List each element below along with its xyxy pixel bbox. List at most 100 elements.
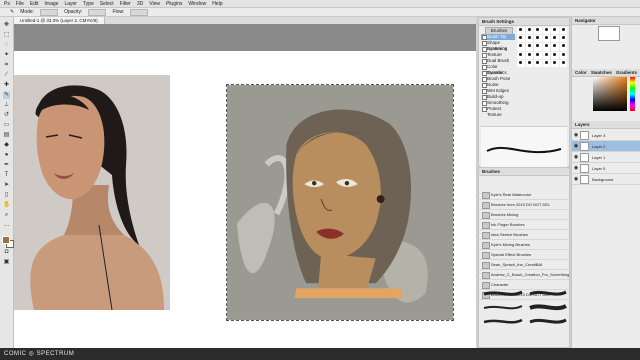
brush-group-item[interactable]: Kyle's Mixing Brushes bbox=[479, 240, 569, 250]
gradient-tool-icon[interactable]: ▤ bbox=[3, 132, 10, 139]
navigator-thumbnail[interactable] bbox=[598, 26, 620, 41]
swatches-tab[interactable]: Swatches bbox=[591, 70, 612, 75]
crop-tool-icon[interactable]: ⌗ bbox=[3, 62, 10, 69]
brush-tip[interactable] bbox=[559, 27, 567, 35]
checkbox[interactable] bbox=[482, 107, 487, 112]
brush-tip[interactable] bbox=[534, 59, 542, 67]
brush-group-item[interactable]: Idea Sketch Brushes bbox=[479, 230, 569, 240]
brush-tool-icon[interactable]: ✎ bbox=[3, 92, 10, 99]
lasso-tool-icon[interactable]: ◌ bbox=[3, 42, 10, 49]
brush-tip[interactable] bbox=[551, 43, 559, 51]
type-tool-icon[interactable]: T bbox=[3, 172, 10, 179]
brush-tip[interactable] bbox=[517, 35, 525, 43]
color-tab[interactable]: Color bbox=[575, 70, 587, 75]
brush-icon[interactable]: ✎ bbox=[10, 9, 14, 15]
brush-tip[interactable] bbox=[534, 51, 542, 59]
brush-tip[interactable] bbox=[559, 51, 567, 59]
brush-tip[interactable] bbox=[517, 43, 525, 51]
zoom-tool-icon[interactable]: ⌕ bbox=[3, 212, 10, 219]
brush-group-item[interactable]: Special Effect Brushes bbox=[479, 250, 569, 260]
menu-item-3d[interactable]: 3D bbox=[137, 1, 143, 7]
brush-tip[interactable] bbox=[551, 51, 559, 59]
brush-tip[interactable] bbox=[525, 27, 533, 35]
eye-icon[interactable]: ◉ bbox=[572, 132, 580, 138]
magic-wand-tool-icon[interactable]: ✦ bbox=[3, 52, 10, 59]
layer-row[interactable]: ◉ Background bbox=[572, 174, 640, 185]
rectangle-tool-icon[interactable]: ▯ bbox=[3, 192, 10, 199]
menu-item-image[interactable]: Image bbox=[45, 1, 59, 7]
menu-item-view[interactable]: View bbox=[149, 1, 160, 7]
marquee-tool-icon[interactable]: ⬚ bbox=[3, 32, 10, 39]
layer-row[interactable]: ◉ Layer 2 bbox=[572, 141, 640, 152]
brush-group-item[interactable]: Andrew_C_Brush_Creation_For_Something_Al… bbox=[479, 270, 569, 280]
brush-tip[interactable] bbox=[534, 35, 542, 43]
healing-tool-icon[interactable]: ✚ bbox=[3, 82, 10, 89]
pen-tool-icon[interactable]: ✒ bbox=[3, 162, 10, 169]
brush-tip[interactable] bbox=[517, 27, 525, 35]
history-brush-tool-icon[interactable]: ↺ bbox=[3, 112, 10, 119]
eye-icon[interactable]: ◉ bbox=[572, 154, 580, 160]
brush-tip[interactable] bbox=[517, 51, 525, 59]
foreground-color-swatch[interactable] bbox=[1, 236, 10, 244]
menu-item-help[interactable]: Help bbox=[212, 1, 222, 7]
brush-tip[interactable] bbox=[551, 59, 559, 67]
flow-field[interactable] bbox=[130, 8, 149, 16]
brush-group-item[interactable]: Ink Finger Brushes bbox=[479, 220, 569, 230]
brush-tip[interactable] bbox=[525, 35, 533, 43]
layer-row[interactable]: ◉ Layer 3 bbox=[572, 130, 640, 141]
menu-item-layer[interactable]: Layer bbox=[64, 1, 77, 7]
layer-row[interactable]: ◉ Layer 0 bbox=[572, 163, 640, 174]
mode-select[interactable] bbox=[40, 8, 59, 16]
brush-tip[interactable] bbox=[551, 27, 559, 35]
menu-item-window[interactable]: Window bbox=[188, 1, 206, 7]
eye-icon[interactable]: ◉ bbox=[572, 176, 580, 182]
hand-tool-icon[interactable]: ✋ bbox=[3, 202, 10, 209]
menu-item-edit[interactable]: Edit bbox=[30, 1, 39, 7]
dodge-tool-icon[interactable]: ● bbox=[3, 152, 10, 159]
eye-icon[interactable]: ◉ bbox=[572, 143, 580, 149]
screen-mode-icon[interactable]: ▣ bbox=[3, 259, 10, 266]
eye-icon[interactable]: ◉ bbox=[572, 165, 580, 171]
clone-stamp-tool-icon[interactable]: ⊥ bbox=[3, 102, 10, 109]
canvas-area[interactable] bbox=[14, 24, 476, 348]
layer-row[interactable]: ◉ Layer 1 bbox=[572, 152, 640, 163]
brush-tip[interactable] bbox=[542, 27, 550, 35]
brush-tip[interactable] bbox=[559, 43, 567, 51]
more-tools-icon[interactable]: … bbox=[3, 222, 10, 229]
brush-setting-option[interactable]: Protect Texture bbox=[481, 106, 515, 117]
menu-item-file[interactable]: File bbox=[16, 1, 24, 7]
brush-tip[interactable] bbox=[542, 59, 550, 67]
brush-group-item[interactable]: Kyle's Real Watercolor bbox=[479, 190, 569, 200]
menu-item-filter[interactable]: Filter bbox=[120, 1, 131, 7]
menu-item-select[interactable]: Select bbox=[100, 1, 114, 7]
brush-tip[interactable] bbox=[559, 35, 567, 43]
brush-tip[interactable] bbox=[517, 59, 525, 67]
brush-tip[interactable] bbox=[559, 59, 567, 67]
brush-tip[interactable] bbox=[534, 27, 542, 35]
brush-tip[interactable] bbox=[534, 43, 542, 51]
menu-item-plugins[interactable]: Plugins bbox=[166, 1, 182, 7]
quick-mask-icon[interactable]: ◘ bbox=[3, 249, 10, 256]
eyedropper-tool-icon[interactable]: ⁄ bbox=[3, 72, 10, 79]
move-tool-icon[interactable]: ✥ bbox=[3, 22, 10, 29]
brush-tip[interactable] bbox=[525, 51, 533, 59]
opacity-field[interactable] bbox=[88, 8, 107, 16]
brush-tip[interactable] bbox=[551, 35, 559, 43]
menu-item-type[interactable]: Type bbox=[83, 1, 94, 7]
color-picker-field[interactable] bbox=[593, 77, 627, 111]
brush-tip[interactable] bbox=[525, 59, 533, 67]
brush-tip[interactable] bbox=[542, 51, 550, 59]
brush-tip[interactable] bbox=[542, 35, 550, 43]
brush-group-item[interactable]: Brushes from 2019 DO NOT DEL bbox=[479, 200, 569, 210]
brush-group-item[interactable]: Brushes Mixing bbox=[479, 210, 569, 220]
menu-item-app[interactable]: Ps bbox=[4, 1, 10, 7]
eraser-tool-icon[interactable]: ▭ bbox=[3, 122, 10, 129]
path-selection-tool-icon[interactable]: ➤ bbox=[3, 182, 10, 189]
brush-group-item[interactable]: Sean_Sprack_the_CreatiBAI bbox=[479, 260, 569, 270]
document-tab[interactable]: Untitled-1 @ 33.3% (Layer 2, CMYK/8) bbox=[14, 17, 105, 24]
blur-tool-icon[interactable]: ◆ bbox=[3, 142, 10, 149]
brush-tip[interactable] bbox=[525, 43, 533, 51]
gradients-tab[interactable]: Gradients bbox=[616, 70, 637, 75]
color-swatches[interactable] bbox=[1, 236, 14, 248]
brush-tip[interactable] bbox=[542, 43, 550, 51]
